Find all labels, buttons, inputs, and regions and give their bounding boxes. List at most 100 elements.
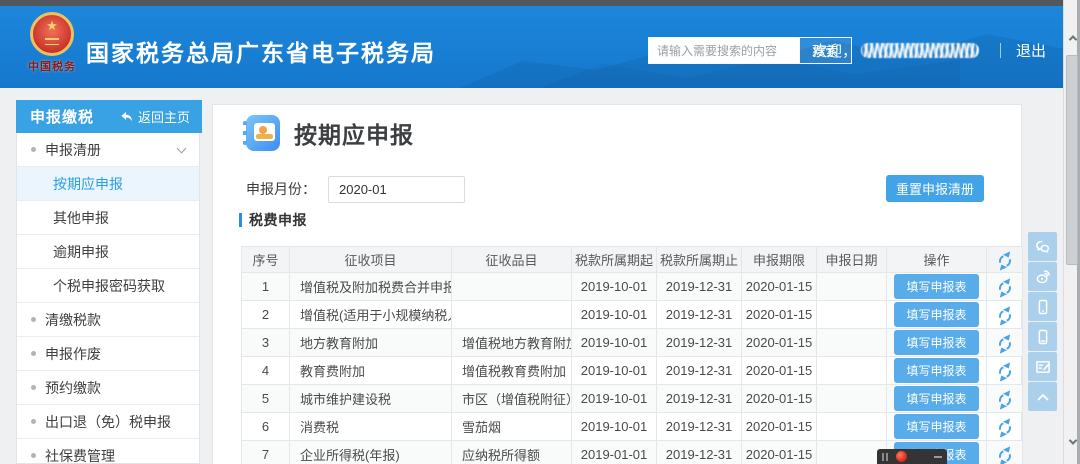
sidebar-item-overdue-declaration[interactable]: 逾期申报 (17, 235, 199, 269)
mobile-icon (1034, 328, 1052, 346)
cell-action: 填写申报表 (887, 301, 987, 329)
cell-item: 雪茄烟 (452, 413, 572, 441)
cell-refresh (987, 385, 1023, 413)
refresh-icon[interactable] (997, 364, 1013, 380)
cell-period-start: 2019-10-01 (572, 385, 657, 413)
cell-project: 城市维护建设税 (290, 385, 452, 413)
table-row: 5 城市维护建设税 市区（增值税附征） 2019-10-01 2019-12-3… (242, 385, 1023, 413)
cell-period-start: 2019-10-01 (572, 329, 657, 357)
sidebar-menu: 申报清册 按期应申报 其他申报 逾期申报 个税申报密码获取 清缴税款 申报作废 (17, 133, 199, 464)
cell-item (452, 301, 572, 329)
sidebar-item-other-declaration[interactable]: 其他申报 (17, 201, 199, 235)
table-row: 4 教育费附加 增值税教育费附加 2019-10-01 2019-12-31 2… (242, 357, 1023, 385)
notebook-icon (246, 115, 280, 151)
survey-button[interactable] (1028, 352, 1057, 381)
sidebar-item-export-tax-refund[interactable]: 出口退（免）税申报 (17, 405, 199, 439)
cell-deadline: 2020-01-15 (742, 413, 817, 441)
reset-declaration-button[interactable]: 重置申报清册 (886, 175, 984, 202)
cell-refresh (987, 329, 1023, 357)
page-title: 按期应申报 (294, 116, 414, 150)
security-tool-icon (896, 451, 907, 462)
sidebar-item-pay-tax[interactable]: 清缴税款 (17, 303, 199, 337)
fill-declaration-button[interactable]: 填写申报表 (894, 414, 978, 439)
cell-project: 教育费附加 (290, 357, 452, 385)
back-to-top-icon (1034, 388, 1052, 406)
refresh-icon[interactable] (997, 336, 1013, 352)
bullet-icon (31, 317, 36, 322)
scroll-up-button[interactable] (1064, 28, 1080, 48)
section-accent-bar (239, 213, 242, 227)
cell-filed-date (817, 413, 887, 441)
mobile-button[interactable] (1028, 322, 1057, 351)
sidebar-item-declaration-list[interactable]: 申报清册 (17, 133, 199, 167)
col-project: 征收项目 (290, 247, 452, 273)
search-input[interactable] (649, 38, 799, 63)
mobile-app-icon (1034, 298, 1052, 316)
chevron-down-icon (177, 144, 187, 154)
fill-declaration-button[interactable]: 填写申报表 (894, 330, 978, 355)
sidebar-item-label: 其他申报 (53, 208, 109, 228)
floating-toolbar (1028, 232, 1057, 412)
sidebar-item-void-declaration[interactable]: 申报作废 (17, 337, 199, 371)
wechat-button[interactable] (1028, 232, 1057, 261)
cell-seq: 6 (242, 413, 290, 441)
month-label: 申报月份： (246, 179, 316, 199)
sidebar-item-social-insurance[interactable]: 社保费管理 (17, 439, 199, 464)
mobile-app-button[interactable] (1028, 292, 1057, 321)
refresh-icon[interactable] (997, 308, 1013, 324)
back-home-link[interactable]: 返回主页 (120, 107, 190, 126)
fill-declaration-button[interactable]: 填写申报表 (894, 386, 978, 411)
refresh-icon[interactable] (997, 420, 1013, 436)
refresh-icon[interactable] (997, 253, 1013, 269)
sidebar-item-label: 申报清册 (45, 140, 101, 160)
sidebar-header: 申报缴税 返回主页 (16, 100, 202, 133)
cell-item: 增值税地方教育附加 (452, 329, 572, 357)
fill-declaration-button[interactable]: 填写申报表 (894, 358, 978, 383)
floating-widget[interactable] (877, 449, 947, 464)
sidebar-item-reserve-payment[interactable]: 预约缴款 (17, 371, 199, 405)
cell-project: 增值税(适用于小规模纳税人) (290, 301, 452, 329)
section-header: 税费申报 (239, 210, 307, 230)
month-input[interactable] (328, 176, 465, 203)
cell-period-start: 2019-10-01 (572, 273, 657, 301)
scroll-down-button[interactable] (1064, 432, 1080, 452)
back-home-label: 返回主页 (138, 107, 190, 126)
table-row: 3 地方教育附加 增值税地方教育附加 2019-10-01 2019-12-31… (242, 329, 1023, 357)
refresh-icon[interactable] (997, 392, 1013, 408)
refresh-icon[interactable] (997, 448, 1013, 464)
cell-filed-date (817, 301, 887, 329)
cell-refresh (987, 357, 1023, 385)
table-row: 6 消费税 雪茄烟 2019-10-01 2019-12-31 2020-01-… (242, 413, 1023, 441)
scrollbar[interactable] (1063, 0, 1080, 464)
cell-period-start: 2019-01-01 (572, 441, 657, 464)
bullet-icon (31, 385, 36, 390)
drag-grip-icon (882, 453, 890, 461)
reply-arrow-icon (120, 111, 133, 123)
cell-period-end: 2019-12-31 (657, 273, 742, 301)
sidebar-item-personal-tax-password[interactable]: 个税申报密码获取 (17, 269, 199, 303)
cell-item (452, 273, 572, 301)
logout-link[interactable]: 退出 (1016, 40, 1046, 61)
site-header: ★ 中国税务 国家税务总局广东省电子税务局 搜索 欢迎， ｜ 退出 (0, 6, 1080, 88)
col-refresh (987, 247, 1023, 273)
month-filter-row: 申报月份： (246, 175, 465, 203)
main-panel: 按期应申报 申报月份： 重置申报清册 税费申报 序号 征收项目 征收品目 税款所 (212, 104, 1022, 464)
sidebar-item-label: 按期应申报 (53, 174, 123, 194)
scrollbar-thumb[interactable] (1066, 55, 1078, 265)
welcome-text: 欢迎， (812, 40, 857, 61)
sidebar-item-periodic-declaration[interactable]: 按期应申报 (17, 167, 199, 201)
refresh-icon[interactable] (997, 280, 1013, 296)
cell-seq: 3 (242, 329, 290, 357)
cell-period-end: 2019-12-31 (657, 301, 742, 329)
cell-deadline: 2020-01-15 (742, 273, 817, 301)
fill-declaration-button[interactable]: 填写申报表 (894, 274, 978, 299)
cell-seq: 7 (242, 441, 290, 464)
cell-period-end: 2019-12-31 (657, 357, 742, 385)
bullet-icon (31, 453, 36, 458)
sidebar-item-label: 清缴税款 (45, 310, 101, 330)
cell-project: 增值税及附加税费合并申报 (290, 273, 452, 301)
weibo-button[interactable] (1028, 262, 1057, 291)
cell-period-end: 2019-12-31 (657, 385, 742, 413)
back-to-top-button[interactable] (1028, 382, 1057, 411)
fill-declaration-button[interactable]: 填写申报表 (894, 302, 978, 327)
